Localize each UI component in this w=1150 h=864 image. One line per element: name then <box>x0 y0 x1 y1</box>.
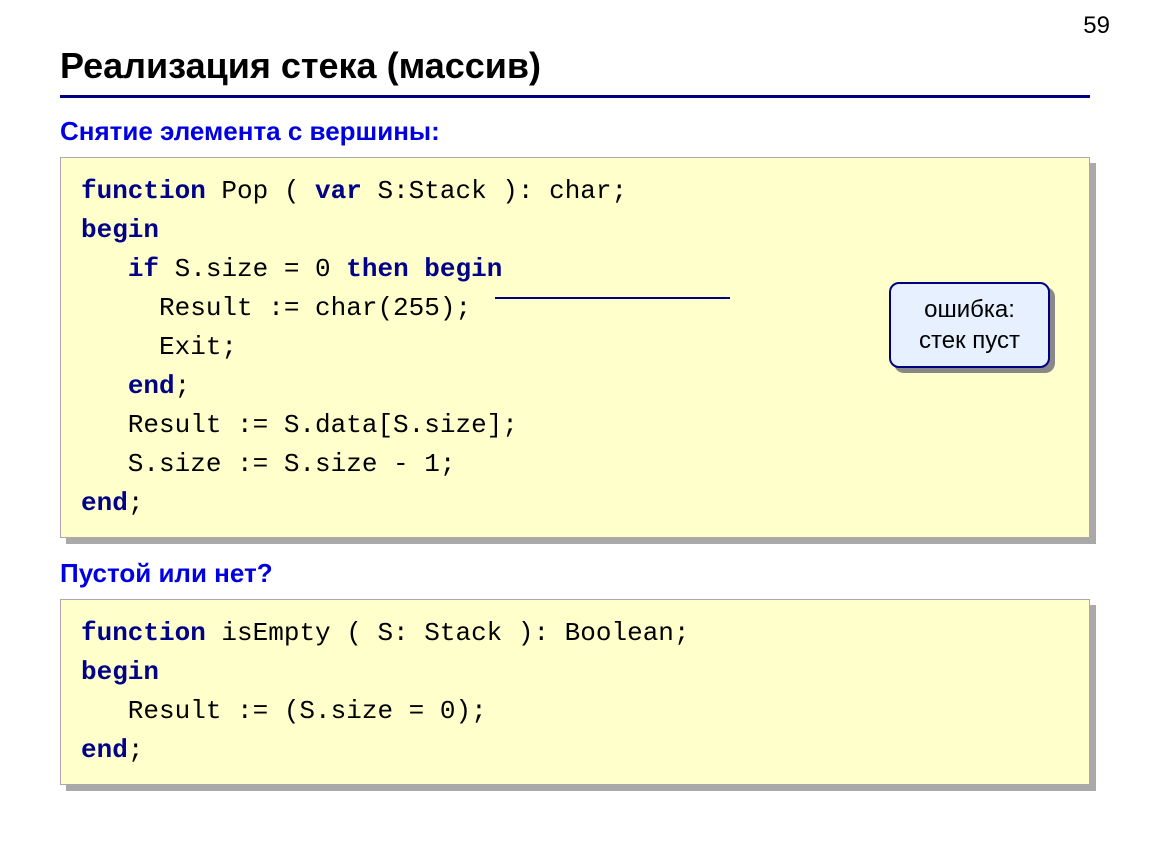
code-text: S:Stack ): char; <box>362 176 627 206</box>
code-text: ; <box>175 371 191 401</box>
code-text: ; <box>128 735 144 765</box>
code-text <box>81 254 128 284</box>
callout-wrap: ошибка: стек пуст <box>889 282 1050 368</box>
title-divider <box>60 95 1090 98</box>
code-text <box>81 371 128 401</box>
code-text: ; <box>128 488 144 518</box>
code-text: Result := char(255); <box>81 293 471 323</box>
code-text: Exit; <box>81 332 237 362</box>
slide-content: Реализация стека (массив) Снятие элемент… <box>0 0 1150 825</box>
code-block-empty: function isEmpty ( S: Stack ): Boolean; … <box>60 599 1090 785</box>
kw-if: if <box>128 254 159 284</box>
kw-begin: begin <box>81 215 159 245</box>
kw-begin: begin <box>81 657 159 687</box>
error-callout: ошибка: стек пуст <box>889 282 1050 368</box>
section-label-empty: Пустой или нет? <box>60 558 1090 589</box>
page-title: Реализация стека (массив) <box>60 45 1090 87</box>
kw-function: function <box>81 176 206 206</box>
kw-end: end <box>81 735 128 765</box>
code-text: isEmpty ( S: Stack ): Boolean; <box>206 618 690 648</box>
callout-line1: ошибка: <box>924 296 1015 323</box>
code-text: S.size := S.size - 1; <box>81 449 455 479</box>
kw-then-begin: then begin <box>346 254 502 284</box>
callout-connector <box>495 297 730 299</box>
kw-function: function <box>81 618 206 648</box>
code-block-pop-wrap: function Pop ( var S:Stack ): char; begi… <box>60 157 1090 538</box>
code-text: Result := (S.size = 0); <box>81 696 487 726</box>
kw-end: end <box>81 488 128 518</box>
kw-var: var <box>315 176 362 206</box>
code-block-empty-wrap: function isEmpty ( S: Stack ): Boolean; … <box>60 599 1090 785</box>
code-text: Result := S.data[S.size]; <box>81 410 518 440</box>
kw-end: end <box>128 371 175 401</box>
section-label-pop: Снятие элемента с вершины: <box>60 116 1090 147</box>
code-text: Pop ( <box>206 176 315 206</box>
code-text: S.size = 0 <box>159 254 346 284</box>
callout-line2: стек пуст <box>919 327 1020 354</box>
page-number: 59 <box>1083 12 1110 40</box>
